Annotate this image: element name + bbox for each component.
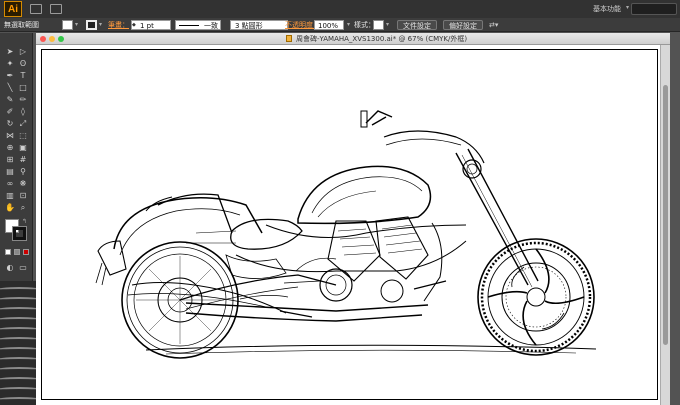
scale-tool-icon[interactable]: ⤢ (18, 119, 28, 128)
gradient-tool-icon[interactable]: ▤ (5, 167, 15, 176)
search-input[interactable] (631, 3, 677, 15)
hand-tool-icon[interactable]: ✋ (5, 203, 15, 212)
selection-status: 無選取範圍 (4, 21, 39, 29)
desktop-background-image (0, 281, 36, 405)
ai-logo-icon: Ai (4, 1, 22, 17)
mesh-tool-icon[interactable]: # (18, 155, 28, 164)
line-tool-icon[interactable]: ╲ (5, 83, 15, 92)
chevron-down-icon[interactable]: ▾ (386, 20, 389, 30)
minimize-window-button[interactable] (49, 36, 55, 42)
opacity-field[interactable]: 100% (314, 20, 344, 30)
fill-swatch[interactable] (62, 20, 73, 30)
style-label: 樣式： (354, 21, 375, 29)
swap-fill-stroke-icon[interactable]: ↰ (22, 218, 27, 225)
layout-icon[interactable] (50, 4, 62, 14)
stroke-swatch[interactable] (86, 20, 97, 30)
stroke-profile-label: 一致 (204, 22, 218, 30)
magic-wand-tool-icon[interactable]: ✦ (5, 59, 15, 68)
document-titlebar[interactable]: 周會碑-YAMAHA_XVS1300.ai* @ 67% (CMYK/外框) (36, 33, 670, 45)
close-window-button[interactable] (40, 36, 46, 42)
pen-tool-icon[interactable]: ✒ (5, 71, 15, 80)
blend-tool-icon[interactable]: ∞ (5, 179, 15, 188)
canvas[interactable] (36, 45, 660, 405)
control-bar: 無選取範圍 ▾ ▾ 筆畫： 1 pt ◆ 一致 3 點圓形 不透明度： 100%… (0, 18, 680, 32)
free-transform-tool-icon[interactable]: ⬚ (18, 131, 28, 140)
width-tool-icon[interactable]: ⋈ (5, 131, 15, 140)
type-tool-icon[interactable]: T (18, 71, 28, 80)
workspace-switcher[interactable]: 基本功能 (593, 4, 621, 14)
preferences-button[interactable]: 偏好設定 (443, 20, 483, 30)
chevron-down-icon[interactable]: ▾ (626, 4, 629, 11)
eraser-tool-icon[interactable]: ◊ (18, 107, 28, 116)
stroke-panel-link[interactable]: 筆畫： (108, 20, 129, 30)
document-window: 周會碑-YAMAHA_XVS1300.ai* @ 67% (CMYK/外框) (36, 33, 670, 405)
motorcycle-line-art[interactable] (36, 45, 660, 405)
screen-mode-icon[interactable]: ▭ (18, 263, 28, 272)
zoom-tool-icon[interactable]: ⌕ (18, 203, 28, 212)
direct-selection-tool-icon[interactable]: ▷ (18, 47, 28, 56)
drawing-mode-icon[interactable]: ◐ (5, 263, 15, 272)
shape-builder-tool-icon[interactable]: ⊕ (5, 143, 15, 152)
brush-definition-select[interactable]: 3 點圓形 (230, 20, 288, 30)
document-setup-button[interactable]: 文件設定 (397, 20, 437, 30)
rotate-tool-icon[interactable]: ↻ (5, 119, 15, 128)
pencil-tool-icon[interactable]: ✏ (18, 95, 28, 104)
tools-panel: ➤ ▷ ✦ ʘ ✒ T ╲ □ ✎ ✏ ✐ ◊ ↻ ⤢ ⋈ ⬚ ⊕ ▣ ⊞ # … (0, 33, 33, 281)
stroke-weight-field[interactable]: 1 pt (131, 20, 171, 30)
blob-brush-tool-icon[interactable]: ✐ (5, 107, 15, 116)
symbol-sprayer-tool-icon[interactable]: ❋ (18, 179, 28, 188)
rear-wheel (121, 241, 287, 359)
chevron-down-icon[interactable]: ▾ (347, 20, 350, 30)
stepper-icon[interactable]: ◆ (132, 20, 136, 30)
graphic-style-swatch[interactable] (373, 20, 384, 30)
chevron-down-icon[interactable]: ▾ (75, 20, 78, 30)
color-mode-icon[interactable] (5, 249, 11, 255)
engine (283, 216, 443, 303)
gradient-mode-icon[interactable] (14, 249, 20, 255)
stroke-preview-line (179, 25, 199, 26)
arrange-documents-icon[interactable]: ⇄▾ (489, 20, 498, 30)
lasso-tool-icon[interactable]: ʘ (18, 59, 28, 68)
bridge-icon[interactable] (30, 4, 42, 14)
column-graph-tool-icon[interactable]: ▥ (5, 191, 15, 200)
selection-tool-icon[interactable]: ➤ (5, 47, 15, 56)
rectangle-tool-icon[interactable]: □ (18, 83, 28, 92)
none-mode-icon[interactable] (23, 249, 29, 255)
paintbrush-tool-icon[interactable]: ✎ (5, 95, 15, 104)
artboard-tool-icon[interactable]: ⊡ (18, 191, 28, 200)
vertical-scrollbar[interactable] (660, 45, 670, 405)
maximize-window-button[interactable] (58, 36, 64, 42)
document-title: 周會碑-YAMAHA_XVS1300.ai* @ 67% (CMYK/外框) (296, 35, 468, 43)
chevron-down-icon[interactable]: ▾ (99, 20, 102, 30)
stroke-profile-select[interactable]: 一致 (175, 20, 221, 30)
eyedropper-tool-icon[interactable]: ⚲ (18, 167, 28, 176)
app-bar: Ai 基本功能 ▾ (0, 0, 680, 18)
front-wheel (477, 238, 595, 356)
ai-file-icon (286, 35, 292, 42)
live-paint-tool-icon[interactable]: ▣ (18, 143, 28, 152)
scrollbar-thumb[interactable] (663, 85, 668, 345)
perspective-grid-tool-icon[interactable]: ⊞ (5, 155, 15, 164)
stroke-color-box[interactable] (12, 226, 27, 241)
